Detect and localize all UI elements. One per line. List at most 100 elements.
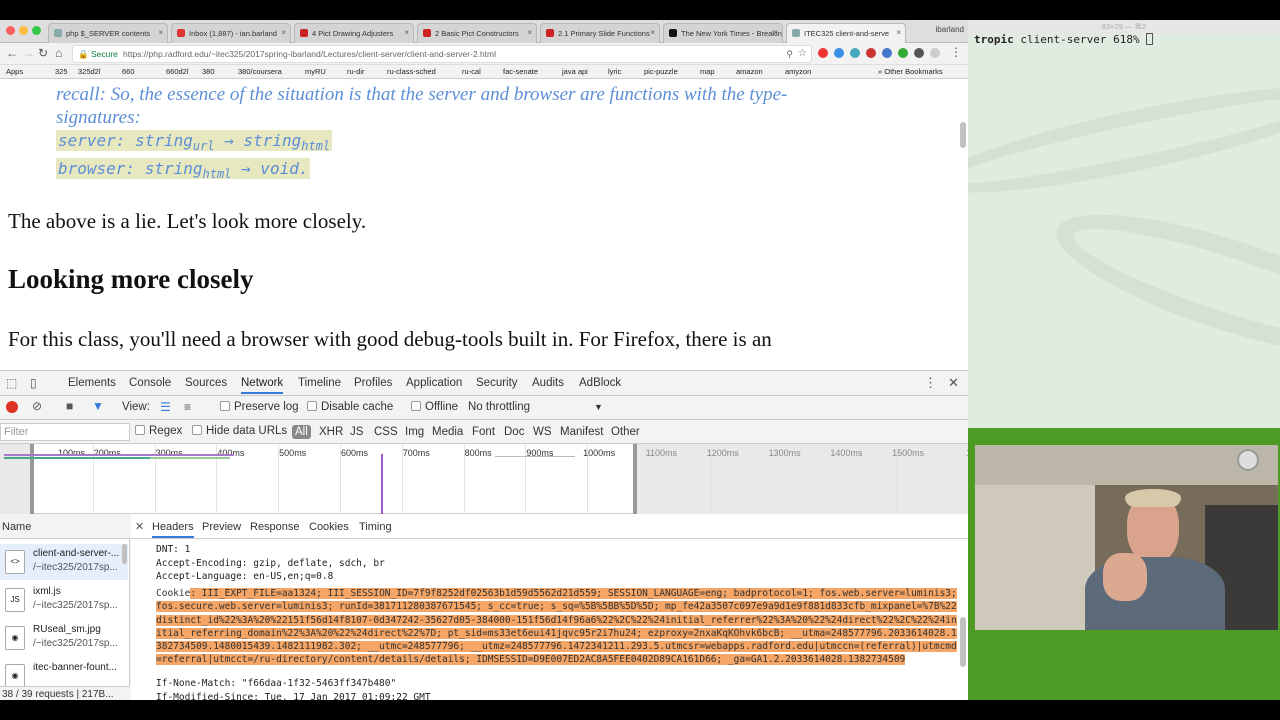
- devtools-menu-icon[interactable]: ⋮: [924, 375, 937, 391]
- reload-icon[interactable]: ↻: [38, 46, 48, 60]
- preserve-log-checkbox[interactable]: Preserve log: [220, 401, 299, 413]
- bookmark-item[interactable]: 380/coursera: [238, 67, 282, 76]
- inspect-element-icon[interactable]: ⬚: [6, 376, 17, 390]
- disable-cache-checkbox[interactable]: Disable cache: [307, 401, 393, 413]
- bookmark-item[interactable]: lyric: [608, 67, 621, 76]
- close-tab-icon[interactable]: ×: [773, 28, 778, 37]
- bookmark-item[interactable]: amazon: [736, 67, 763, 76]
- filter-type-js[interactable]: JS: [350, 426, 363, 438]
- filter-type-manifest[interactable]: Manifest: [560, 426, 603, 438]
- devtools-tab-elements[interactable]: Elements: [68, 377, 116, 389]
- network-timeline[interactable]: 100ms 200ms 300ms 400ms 500ms 600ms 700ms 800ms…: [0, 444, 968, 514]
- forward-icon[interactable]: →: [22, 46, 34, 60]
- back-icon[interactable]: ←: [6, 46, 18, 60]
- profile-name[interactable]: ibarland: [936, 25, 964, 34]
- request-row[interactable]: JS ixml.js /~itec325/2017sp...: [0, 582, 128, 618]
- throttling-select[interactable]: No throttling ▼: [468, 401, 603, 413]
- close-tab-icon[interactable]: ×: [281, 28, 286, 37]
- overview-icon[interactable]: ≡: [184, 400, 191, 414]
- browser-tab[interactable]: 2.1 Primary Slide Functions ×: [540, 23, 660, 43]
- bookmark-item[interactable]: ru-class-sched: [387, 67, 436, 76]
- detail-tab-preview[interactable]: Preview: [202, 521, 241, 533]
- record-icon[interactable]: [6, 401, 18, 413]
- close-tab-icon[interactable]: ×: [404, 28, 409, 37]
- extension-icon[interactable]: [930, 48, 940, 58]
- bookmark-item[interactable]: map: [700, 67, 715, 76]
- extension-icon[interactable]: [898, 48, 908, 58]
- zoom-search-icon[interactable]: ⚲: [786, 49, 793, 60]
- regex-checkbox[interactable]: Regex: [135, 425, 182, 437]
- bookmark-item[interactable]: amyzon: [785, 67, 811, 76]
- devtools-tab-security[interactable]: Security: [476, 377, 518, 389]
- extension-icon[interactable]: [834, 48, 844, 58]
- hide-data-urls-checkbox[interactable]: Hide data URLs: [192, 425, 287, 437]
- request-row[interactable]: <> client-and-server-... /~itec325/2017sp.…: [0, 544, 128, 580]
- bookmark-item[interactable]: ru-dir: [347, 67, 365, 76]
- browser-tab[interactable]: The New York Times - Breaking ×: [663, 23, 783, 43]
- headers-scrollbar[interactable]: [960, 617, 966, 667]
- large-rows-icon[interactable]: ☰: [160, 400, 171, 414]
- name-column-header[interactable]: Name: [0, 514, 130, 539]
- browser-tab[interactable]: ITEC325 client-and-serve ×: [786, 23, 906, 43]
- timeline-handle-right[interactable]: [633, 444, 637, 514]
- bookmark-item[interactable]: 325: [55, 67, 68, 76]
- bookmark-item[interactable]: 325d2l: [78, 67, 101, 76]
- filter-type-font[interactable]: Font: [472, 426, 495, 438]
- bookmark-item[interactable]: ru-cal: [462, 67, 481, 76]
- address-bar[interactable]: 🔒 Secure https://php.radford.edu/~itec32…: [72, 45, 812, 63]
- devtools-tab-adblock[interactable]: AdBlock: [579, 377, 621, 389]
- bookmark-item[interactable]: java api: [562, 67, 588, 76]
- detail-tab-headers[interactable]: Headers: [152, 521, 194, 538]
- filter-type-ws[interactable]: WS: [533, 426, 552, 438]
- close-tab-icon[interactable]: ×: [527, 28, 532, 37]
- devtools-tab-profiles[interactable]: Profiles: [354, 377, 392, 389]
- extension-icon[interactable]: [850, 48, 860, 58]
- filter-type-media[interactable]: Media: [432, 426, 463, 438]
- close-tab-icon[interactable]: ×: [158, 28, 163, 37]
- url-text[interactable]: https://php.radford.edu/~itec325/2017spr…: [123, 49, 496, 59]
- bookmark-item[interactable]: fac-senate: [503, 67, 538, 76]
- filter-type-xhr[interactable]: XHR: [319, 426, 343, 438]
- devtools-tab-sources[interactable]: Sources: [185, 377, 227, 389]
- menu-dots-icon[interactable]: ⋮: [950, 45, 962, 59]
- capture-screenshots-icon[interactable]: ■: [66, 399, 73, 413]
- bookmark-item[interactable]: 660: [122, 67, 135, 76]
- maximize-window-button[interactable]: [32, 26, 41, 35]
- close-tab-icon[interactable]: ×: [650, 28, 655, 37]
- devtools-tab-console[interactable]: Console: [129, 377, 171, 389]
- browser-tab[interactable]: php $_SERVER contents ×: [48, 23, 168, 43]
- cookie-header[interactable]: Cookie: III_EXPT_FILE=aa1324; III_SESSIO…: [156, 587, 961, 679]
- bookmark-item[interactable]: 380: [202, 67, 215, 76]
- filter-type-other[interactable]: Other: [611, 426, 640, 438]
- offline-checkbox[interactable]: Offline: [411, 401, 458, 413]
- filter-icon[interactable]: ▼: [92, 399, 104, 413]
- devtools-tab-network[interactable]: Network: [241, 377, 284, 394]
- bookmark-item[interactable]: pic-puzzle: [644, 67, 678, 76]
- other-bookmarks[interactable]: » Other Bookmarks: [878, 67, 943, 76]
- minimize-window-button[interactable]: [19, 26, 28, 35]
- filter-type-doc[interactable]: Doc: [504, 426, 524, 438]
- close-tab-icon[interactable]: ×: [896, 28, 901, 37]
- secure-badge[interactable]: 🔒 Secure: [78, 49, 118, 60]
- close-detail-icon[interactable]: ✕: [135, 520, 144, 533]
- detail-tab-timing[interactable]: Timing: [359, 521, 392, 533]
- close-window-button[interactable]: [6, 26, 15, 35]
- filter-type-img[interactable]: Img: [405, 426, 424, 438]
- browser-tab[interactable]: Inbox (1,887) - ian.barland ×: [171, 23, 291, 43]
- bookmark-item[interactable]: Apps: [6, 67, 23, 76]
- browser-tab[interactable]: 4 Pict Drawing Adjusters ×: [294, 23, 414, 43]
- opera-extension-icon[interactable]: [818, 48, 828, 58]
- extension-icon[interactable]: [866, 48, 876, 58]
- filter-type-css[interactable]: CSS: [374, 426, 398, 438]
- devtools-tab-application[interactable]: Application: [406, 377, 462, 389]
- page-scrollbar[interactable]: [960, 122, 966, 148]
- bookmark-item[interactable]: myRU: [305, 67, 326, 76]
- bookmark-star-icon[interactable]: ☆: [798, 48, 807, 59]
- extension-icon[interactable]: [914, 48, 924, 58]
- close-devtools-icon[interactable]: ✕: [948, 375, 959, 391]
- requests-scrollbar[interactable]: [122, 544, 127, 564]
- detail-tab-response[interactable]: Response: [250, 521, 300, 533]
- device-toolbar-icon[interactable]: ▯: [30, 376, 37, 390]
- devtools-tab-timeline[interactable]: Timeline: [298, 377, 341, 389]
- browser-tab[interactable]: 2 Basic Pict Constructors ×: [417, 23, 537, 43]
